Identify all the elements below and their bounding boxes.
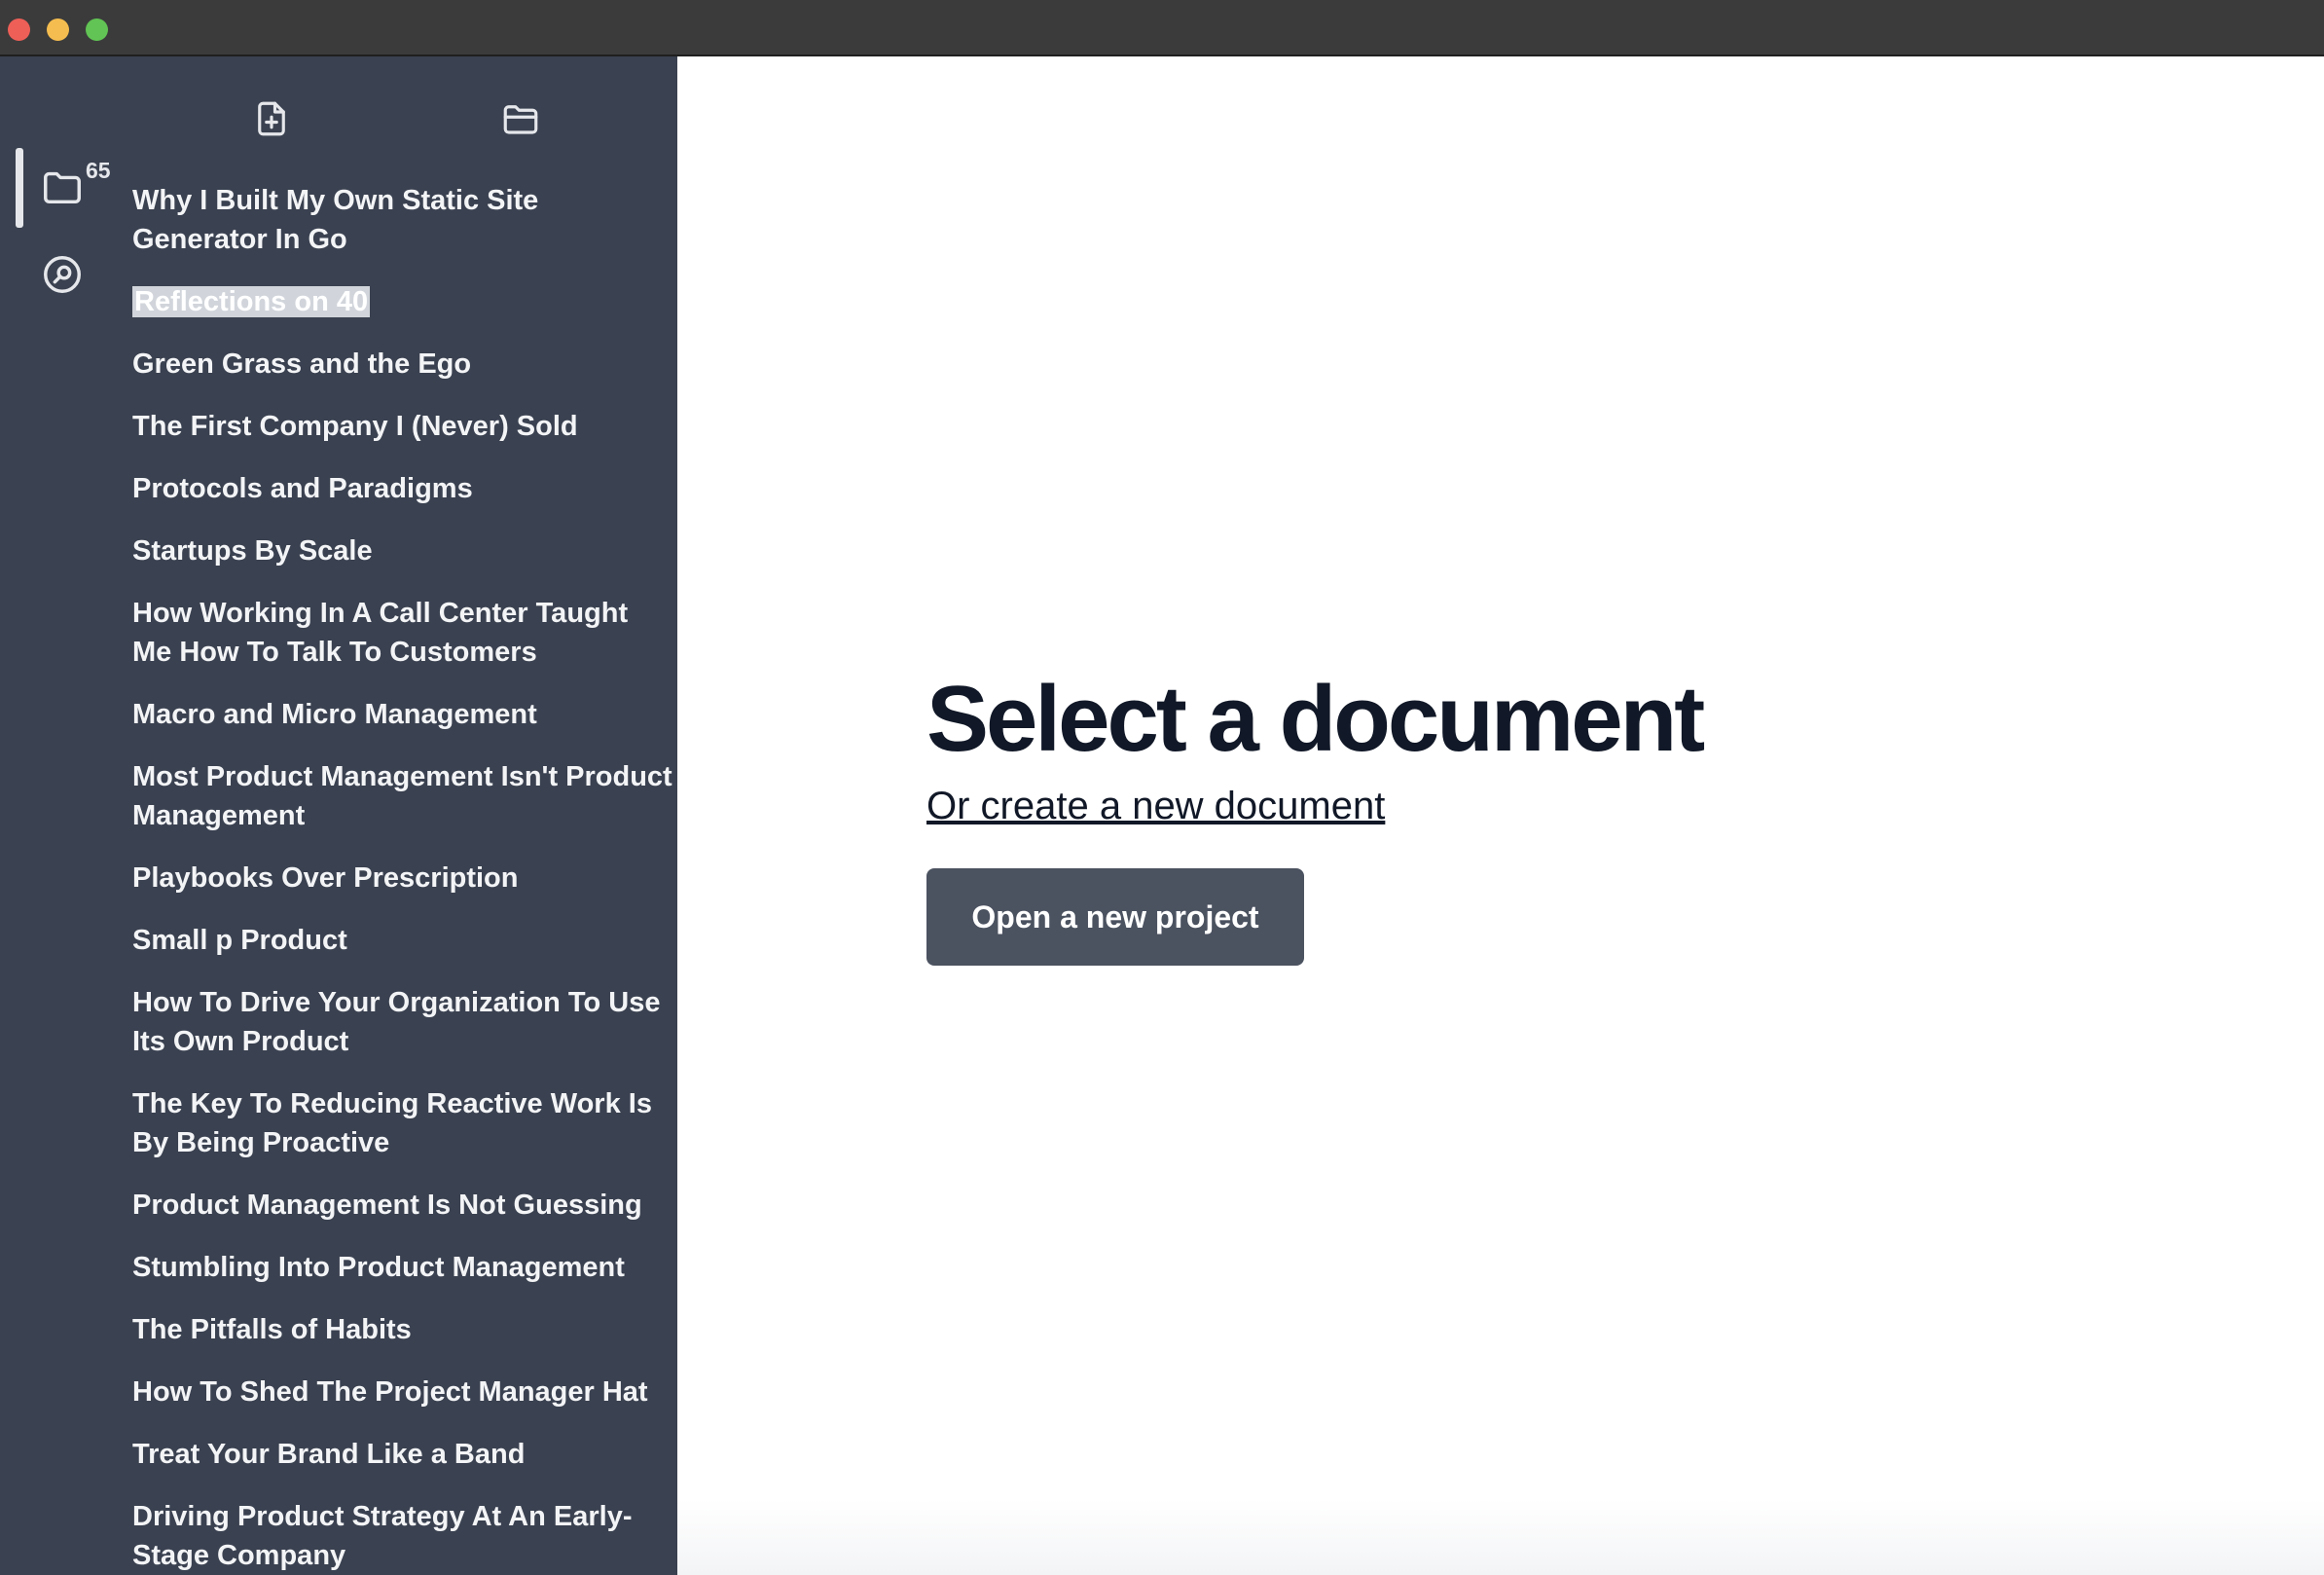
document-list-item[interactable]: Product Management Is Not Guessing <box>132 1186 673 1225</box>
document-list-item[interactable]: The Pitfalls of Habits <box>132 1310 673 1349</box>
document-list-item[interactable]: Why I Built My Own Static Site Generator… <box>132 181 673 259</box>
document-list-item[interactable]: How To Shed The Project Manager Hat <box>132 1373 673 1411</box>
document-list-item[interactable]: Treat Your Brand Like a Band <box>132 1435 673 1474</box>
document-list-item[interactable]: Startups By Scale <box>132 531 673 570</box>
app-window: 65 Why I Built My Own Static Site Genera… <box>0 0 2324 1575</box>
document-list-item-selected[interactable]: Reflections on 40 <box>132 282 673 321</box>
document-list-item[interactable]: The Key To Reducing Reactive Work Is By … <box>132 1084 673 1162</box>
folder-icon[interactable] <box>37 162 88 212</box>
minimize-window-button[interactable] <box>47 18 69 41</box>
document-list-item[interactable]: Playbooks Over Prescription <box>132 859 673 897</box>
document-list-item[interactable]: Protocols and Paradigms <box>132 469 673 508</box>
document-list-item[interactable]: Macro and Micro Management <box>132 695 673 734</box>
open-project-button[interactable]: Open a new project <box>926 868 1304 966</box>
title-bar <box>0 0 2324 56</box>
file-plus-icon[interactable] <box>248 95 295 142</box>
page-title: Select a document <box>926 667 1705 771</box>
main-content: Select a document Or create a new docume… <box>677 56 2324 1575</box>
sidebar: 65 Why I Built My Own Static Site Genera… <box>0 56 677 1575</box>
close-window-button[interactable] <box>8 18 30 41</box>
create-document-link[interactable]: Or create a new document <box>926 785 1385 828</box>
document-list: Why I Built My Own Static Site Generator… <box>132 181 673 1575</box>
folder-open-icon[interactable] <box>497 95 544 142</box>
documents-count-badge: 65 <box>86 158 111 183</box>
document-list-item[interactable]: Small p Product <box>132 921 673 960</box>
document-list-item[interactable]: Driving Product Strategy At An Early-Sta… <box>132 1497 673 1575</box>
search-icon[interactable] <box>37 249 88 300</box>
document-list-item[interactable]: Green Grass and the Ego <box>132 345 673 384</box>
document-list-item[interactable]: Stumbling Into Product Management <box>132 1248 673 1287</box>
document-list-item[interactable]: Most Product Management Isn't Product Ma… <box>132 757 673 835</box>
document-list-item[interactable]: How Working In A Call Center Taught Me H… <box>132 594 673 672</box>
document-list-item[interactable]: The First Company I (Never) Sold <box>132 407 673 446</box>
active-rail-indicator <box>16 148 23 228</box>
zoom-window-button[interactable] <box>86 18 108 41</box>
document-list-item[interactable]: How To Drive Your Organization To Use It… <box>132 983 673 1061</box>
